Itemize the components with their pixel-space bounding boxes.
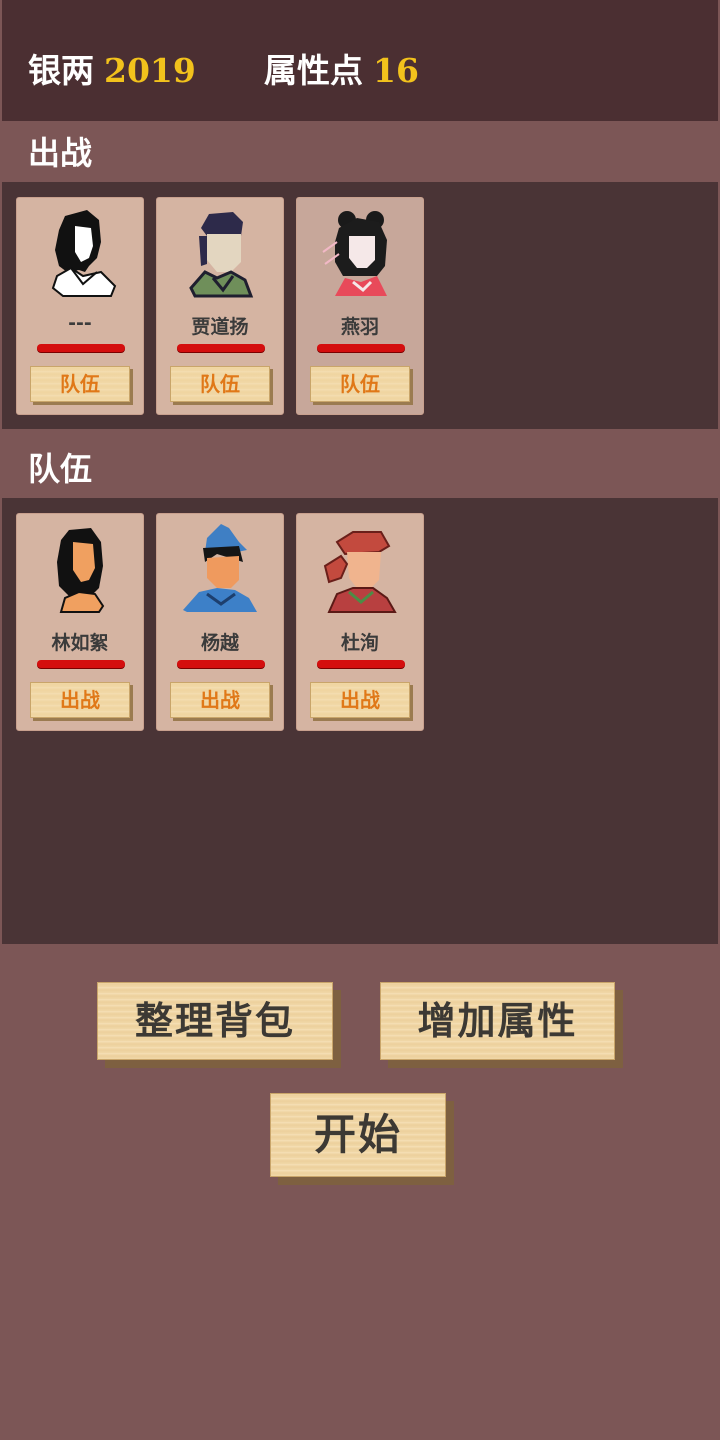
health-bar [317, 344, 405, 352]
move-to-team-button[interactable]: 队伍 [310, 366, 410, 402]
attribute-points-value: 16 [373, 51, 419, 90]
character-name: 燕羽 [340, 316, 379, 338]
top-stats-bar: 银两 2019 属性点 16 [2, 0, 718, 121]
team-card-1[interactable]: 林如絮 出战 [16, 513, 144, 731]
character-name: 贾道扬 [191, 316, 249, 338]
silver-label: 银两 [28, 51, 94, 90]
deploy-card-2[interactable]: 贾道扬 队伍 [156, 197, 284, 415]
silver-stat: 银两 2019 [28, 44, 196, 92]
woman-black-hair-white-collar-icon [51, 210, 117, 297]
start-button[interactable]: 开始 [270, 1093, 446, 1177]
add-attributes-button[interactable]: 增加属性 [380, 982, 615, 1060]
health-bar [317, 660, 405, 668]
deploy-card-1[interactable]: --- 队伍 [16, 197, 144, 415]
move-to-team-button[interactable]: 队伍 [30, 366, 130, 402]
deploy-button[interactable]: 出战 [310, 682, 410, 718]
health-bar [37, 344, 125, 352]
deploy-panel: --- 队伍 贾道扬 队伍 燕羽 队伍 [2, 182, 718, 429]
character-name: 杨越 [200, 632, 239, 654]
team-card-3[interactable]: 杜洵 出战 [296, 513, 424, 731]
team-section-title: 队伍 [28, 450, 93, 488]
health-bar [37, 660, 125, 668]
attribute-points-label: 属性点 [264, 51, 363, 90]
man-red-turban-red-robe-icon [323, 531, 397, 613]
health-bar [177, 344, 265, 352]
deploy-card-3[interactable]: 燕羽 队伍 [296, 197, 424, 415]
man-headscarf-green-robe-icon [189, 212, 254, 298]
team-panel: 林如絮 出战 杨越 出战 杜洵 出战 [2, 498, 718, 944]
silver-value: 2019 [104, 51, 196, 90]
character-name: 林如絮 [51, 632, 109, 654]
attribute-points-stat: 属性点 16 [264, 44, 419, 92]
woman-hair-buns-red-dress-icon [322, 211, 387, 296]
deploy-button[interactable]: 出战 [170, 682, 270, 718]
move-to-team-button[interactable]: 队伍 [170, 366, 270, 402]
deploy-button[interactable]: 出战 [30, 682, 130, 718]
man-blue-hat-blue-robe-icon [183, 524, 257, 612]
organize-bag-button[interactable]: 整理背包 [97, 982, 333, 1060]
character-name: 杜洵 [340, 632, 379, 654]
team-card-2[interactable]: 杨越 出战 [156, 513, 284, 731]
woman-long-hair-orange-robe-icon [57, 528, 105, 613]
health-bar [177, 660, 265, 668]
character-name: --- [68, 312, 92, 334]
deploy-section-title: 出战 [28, 134, 93, 172]
